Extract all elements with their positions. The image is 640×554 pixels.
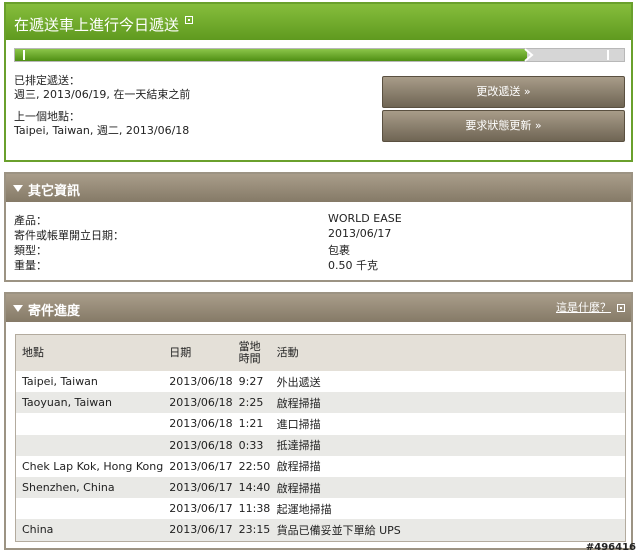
delivery-info: 已排定遞送： 週三, 2013/06/19, 在一天結束之前 上一個地點： Ta… — [14, 74, 190, 138]
cell-activity: 啟程掃描 — [270, 392, 625, 414]
last-location-value: Taipei, Taiwan, 週二, 2013/06/18 — [14, 124, 190, 137]
table-row: 2013/06/18 1:21 進口掃描 — [16, 413, 625, 434]
additional-info-title: 其它資訊 — [28, 184, 81, 199]
cell-activity: 貨品已備妥並下單給 UPS — [270, 519, 625, 541]
cell-location: Shenzhen, China — [16, 476, 164, 499]
cell-location — [16, 413, 163, 434]
cell-location: Taipei, Taiwan — [22, 375, 98, 389]
detail-label-ship-date: 寄件或帳單開立日期： — [14, 229, 124, 242]
table-row: 2013/06/18 0:33 抵達掃描 — [16, 434, 625, 456]
cell-activity: 啟程掃描 — [270, 476, 625, 499]
cell-date: 2013/06/17 — [163, 519, 233, 541]
table-row: Chek Lap Kok, Hong Kong 2013/06/17 22:50 啟程… — [16, 456, 625, 477]
local-time-header-text: 當地 時間 — [238, 340, 261, 365]
progress-arrow-icon — [524, 48, 534, 62]
progress-segment-divider — [23, 50, 25, 60]
status-title: 在遞送車上進行今日遞送 — [14, 16, 180, 34]
detail-value-weight: 0.50 千克 — [328, 259, 378, 272]
column-header-activity: 活動 — [270, 335, 625, 371]
collapse-triangle-icon[interactable] — [13, 305, 23, 312]
cell-date: 2013/06/18 — [163, 434, 233, 456]
delivery-status-panel: 在遞送車上進行今日遞送 已排定遞送： 週三, 2013/06/19, 在一天結束… — [4, 2, 633, 162]
cell-local-time: 23:15 — [232, 519, 271, 541]
column-header-date: 日期 — [163, 335, 233, 371]
progress-segment-divider — [607, 50, 609, 60]
detail-label-weight: 重量： — [14, 259, 47, 272]
detail-value-ship-date: 2013/06/17 — [328, 227, 392, 240]
last-location-label: 上一個地點： — [14, 110, 80, 123]
cell-local-time: 9:27 — [238, 375, 264, 389]
cell-activity: 進口掃描 — [276, 417, 321, 431]
shipment-progress-panel: 寄件進度 這是什麼？ 地點 日期 當地 時間 活動 Taipei, Taiwan 2… — [4, 292, 633, 550]
cell-location — [16, 498, 163, 519]
cell-date: 2013/06/17 — [163, 476, 233, 499]
column-header-local-time: 當地 時間 — [232, 335, 271, 371]
cell-date: 2013/06/18 — [169, 375, 233, 389]
cell-local-time: 1:21 — [238, 417, 264, 431]
additional-info-panel: 其它資訊 產品： WORLD EASE 寄件或帳單開立日期： 2013/06/1… — [4, 172, 633, 282]
cell-location: Taoyuan, Taiwan — [16, 392, 164, 414]
detail-label-type: 類型： — [14, 244, 47, 257]
detail-label-product: 產品： — [14, 214, 47, 227]
table-row: Shenzhen, China 2013/06/17 14:40 啟程掃描 — [16, 476, 625, 499]
scheduled-delivery-value: 週三, 2013/06/19, 在一天結束之前 — [14, 88, 191, 101]
cell-activity: 抵達掃描 — [270, 434, 625, 456]
shipment-progress-table: 地點 日期 當地 時間 活動 Taipei, Taiwan 2013/06/18 9:… — [15, 334, 626, 542]
table-row: Taipei, Taiwan 2013/06/18 9:27 外出遞送 — [16, 371, 625, 392]
whats-this-link[interactable]: 這是什麼？ — [556, 299, 625, 315]
cell-activity: 外出遞送 — [276, 375, 321, 389]
cell-local-time: 22:50 — [238, 459, 271, 473]
table-header-row: 地點 日期 當地 時間 活動 — [16, 335, 625, 371]
cell-date: 2013/06/18 — [163, 392, 233, 414]
cell-local-time: 14:40 — [232, 476, 271, 499]
cell-date: 2013/06/17 — [169, 459, 233, 473]
shipment-progress-title: 寄件進度 — [28, 304, 81, 319]
progress-fill — [15, 49, 527, 61]
cell-local-time: 11:38 — [238, 502, 271, 516]
detail-value-product: WORLD EASE — [328, 212, 402, 225]
watermark: #496416 — [585, 542, 636, 553]
cell-local-time: 2:25 — [232, 392, 271, 414]
info-icon[interactable] — [185, 16, 194, 24]
status-header: 在遞送車上進行今日遞送 — [6, 4, 631, 40]
cell-date: 2013/06/18 — [169, 417, 233, 431]
scheduled-delivery-label: 已排定遞送： — [14, 74, 80, 87]
cell-location: Chek Lap Kok, Hong Kong — [22, 459, 164, 473]
cell-activity: 啟程掃描 — [276, 460, 321, 474]
cell-activity: 起運地掃描 — [276, 502, 332, 516]
delivery-progress-bar — [14, 48, 625, 62]
table-row: China 2013/06/17 23:15 貨品已備妥並下單給 UPS — [16, 519, 625, 541]
cell-local-time: 0:33 — [232, 434, 271, 456]
column-header-location: 地點 — [16, 335, 164, 371]
whats-this-label[interactable]: 這是什麼？ — [556, 301, 611, 314]
cell-location: China — [16, 519, 164, 541]
cell-location — [16, 434, 164, 456]
change-delivery-button[interactable]: 更改遞送 » — [382, 76, 625, 108]
table-row: Taoyuan, Taiwan 2013/06/18 2:25 啟程掃描 — [16, 392, 625, 414]
cell-date: 2013/06/17 — [169, 502, 233, 516]
additional-info-header[interactable]: 其它資訊 — [6, 174, 631, 202]
table-row: 2013/06/17 11:38 起運地掃描 — [16, 498, 625, 519]
request-status-update-button[interactable]: 要求狀態更新 » — [382, 110, 625, 142]
detail-value-type: 包裹 — [328, 244, 350, 257]
info-icon[interactable] — [617, 304, 625, 312]
shipment-progress-header[interactable]: 寄件進度 這是什麼？ — [6, 294, 631, 322]
collapse-triangle-icon[interactable] — [13, 185, 23, 192]
